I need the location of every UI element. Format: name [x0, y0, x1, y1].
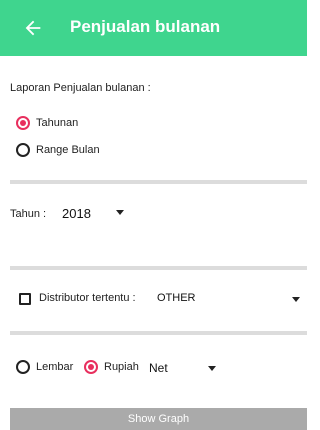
- app-bar: Penjualan bulanan: [0, 0, 307, 56]
- radio-label: Range Bulan: [36, 144, 100, 156]
- value-type-dropdown-caret-icon[interactable]: [208, 366, 216, 371]
- section-divider: [10, 180, 307, 184]
- section-divider: [10, 331, 307, 335]
- radio-tahunan[interactable]: Tahunan: [16, 116, 78, 130]
- intro-label: Laporan Penjualan bulanan :: [10, 82, 151, 94]
- show-graph-button[interactable]: Show Graph: [10, 408, 307, 430]
- distributor-checkbox[interactable]: [19, 293, 31, 305]
- radio-button[interactable]: [16, 143, 30, 157]
- distributor-label: Distributor tertentu :: [39, 292, 136, 304]
- radio-label: Lembar: [36, 361, 74, 373]
- radio-rupiah[interactable]: Rupiah: [84, 360, 139, 374]
- radio-button[interactable]: [84, 360, 98, 374]
- page-title: Penjualan bulanan: [70, 17, 221, 36]
- distributor-dropdown-caret-icon[interactable]: [292, 297, 300, 302]
- radio-button[interactable]: [16, 360, 30, 374]
- radio-button[interactable]: [16, 116, 30, 130]
- section-divider: [10, 266, 307, 270]
- year-dropdown-caret-icon[interactable]: [116, 210, 124, 215]
- back-arrow-icon[interactable]: [22, 17, 44, 39]
- radio-label: Rupiah: [104, 361, 139, 373]
- year-select-value[interactable]: 2018: [62, 206, 91, 221]
- value-type-select-value[interactable]: Net: [149, 361, 168, 375]
- radio-lembar[interactable]: Lembar: [16, 360, 73, 374]
- radio-range-bulan[interactable]: Range Bulan: [16, 143, 100, 157]
- distributor-select-value[interactable]: OTHER: [157, 292, 196, 304]
- radio-label: Tahunan: [36, 117, 79, 129]
- year-label: Tahun :: [10, 208, 47, 220]
